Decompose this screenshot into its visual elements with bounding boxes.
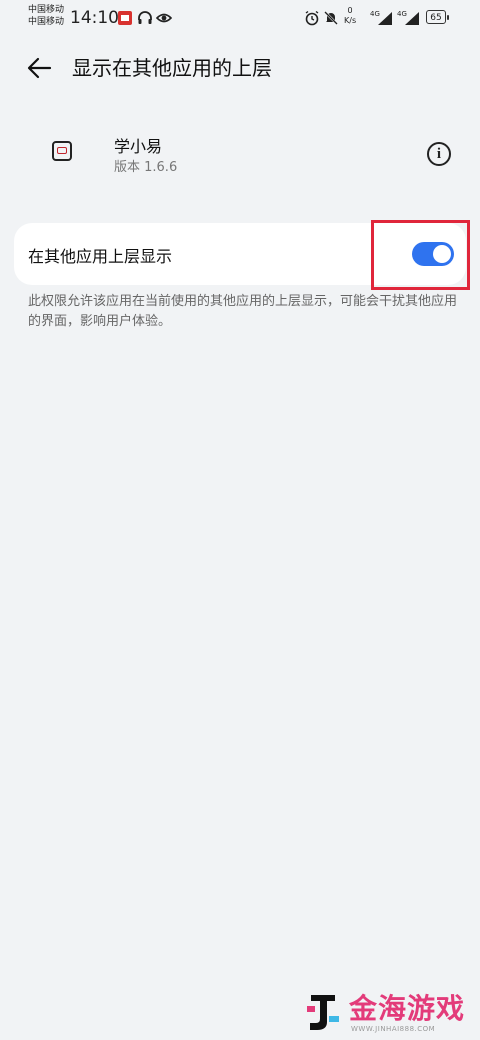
network-speed-unit: K/s: [344, 16, 357, 25]
signal-1-icon: [378, 12, 392, 25]
back-arrow-icon[interactable]: [26, 56, 54, 80]
page-title: 显示在其他应用的上层: [72, 56, 272, 80]
app-notification-icon: [118, 11, 132, 25]
app-version: 版本 1.6.6: [114, 160, 178, 175]
overlay-permission-label: 在其他应用上层显示: [28, 247, 173, 266]
app-icon: [52, 141, 72, 161]
status-bar: 中国移动 中国移动 14:10 0 K/s 4G 4G 65: [0, 0, 480, 36]
watermark: 金海游戏 WWW.JINHAI888.COM: [305, 992, 465, 1036]
highlight-box: [371, 220, 470, 290]
signal-2-icon: [405, 12, 419, 25]
network-speed-value: 0: [347, 6, 353, 15]
watermark-subtitle: WWW.JINHAI888.COM: [351, 1025, 436, 1033]
carrier-2: 中国移动: [28, 17, 65, 27]
battery-icon: 65: [426, 10, 449, 24]
clock: 14:10: [70, 8, 119, 28]
app-name: 学小易: [114, 137, 163, 156]
eye-icon: [156, 13, 172, 23]
watermark-logo-icon: [307, 995, 339, 1030]
alarm-icon: [305, 10, 319, 26]
watermark-title: 金海游戏: [349, 992, 466, 1025]
carrier-1: 中国移动: [28, 5, 65, 15]
network-speed: 0 K/s: [344, 6, 356, 26]
headphones-icon: [138, 11, 152, 24]
info-icon[interactable]: i: [427, 142, 451, 166]
mute-bell-icon: [324, 11, 338, 25]
carrier-info: 中国移动 中国移动: [28, 4, 64, 28]
permission-description: 此权限允许该应用在当前使用的其他应用的上层显示，可能会干扰其他应用的界面，影响用…: [28, 294, 458, 329]
